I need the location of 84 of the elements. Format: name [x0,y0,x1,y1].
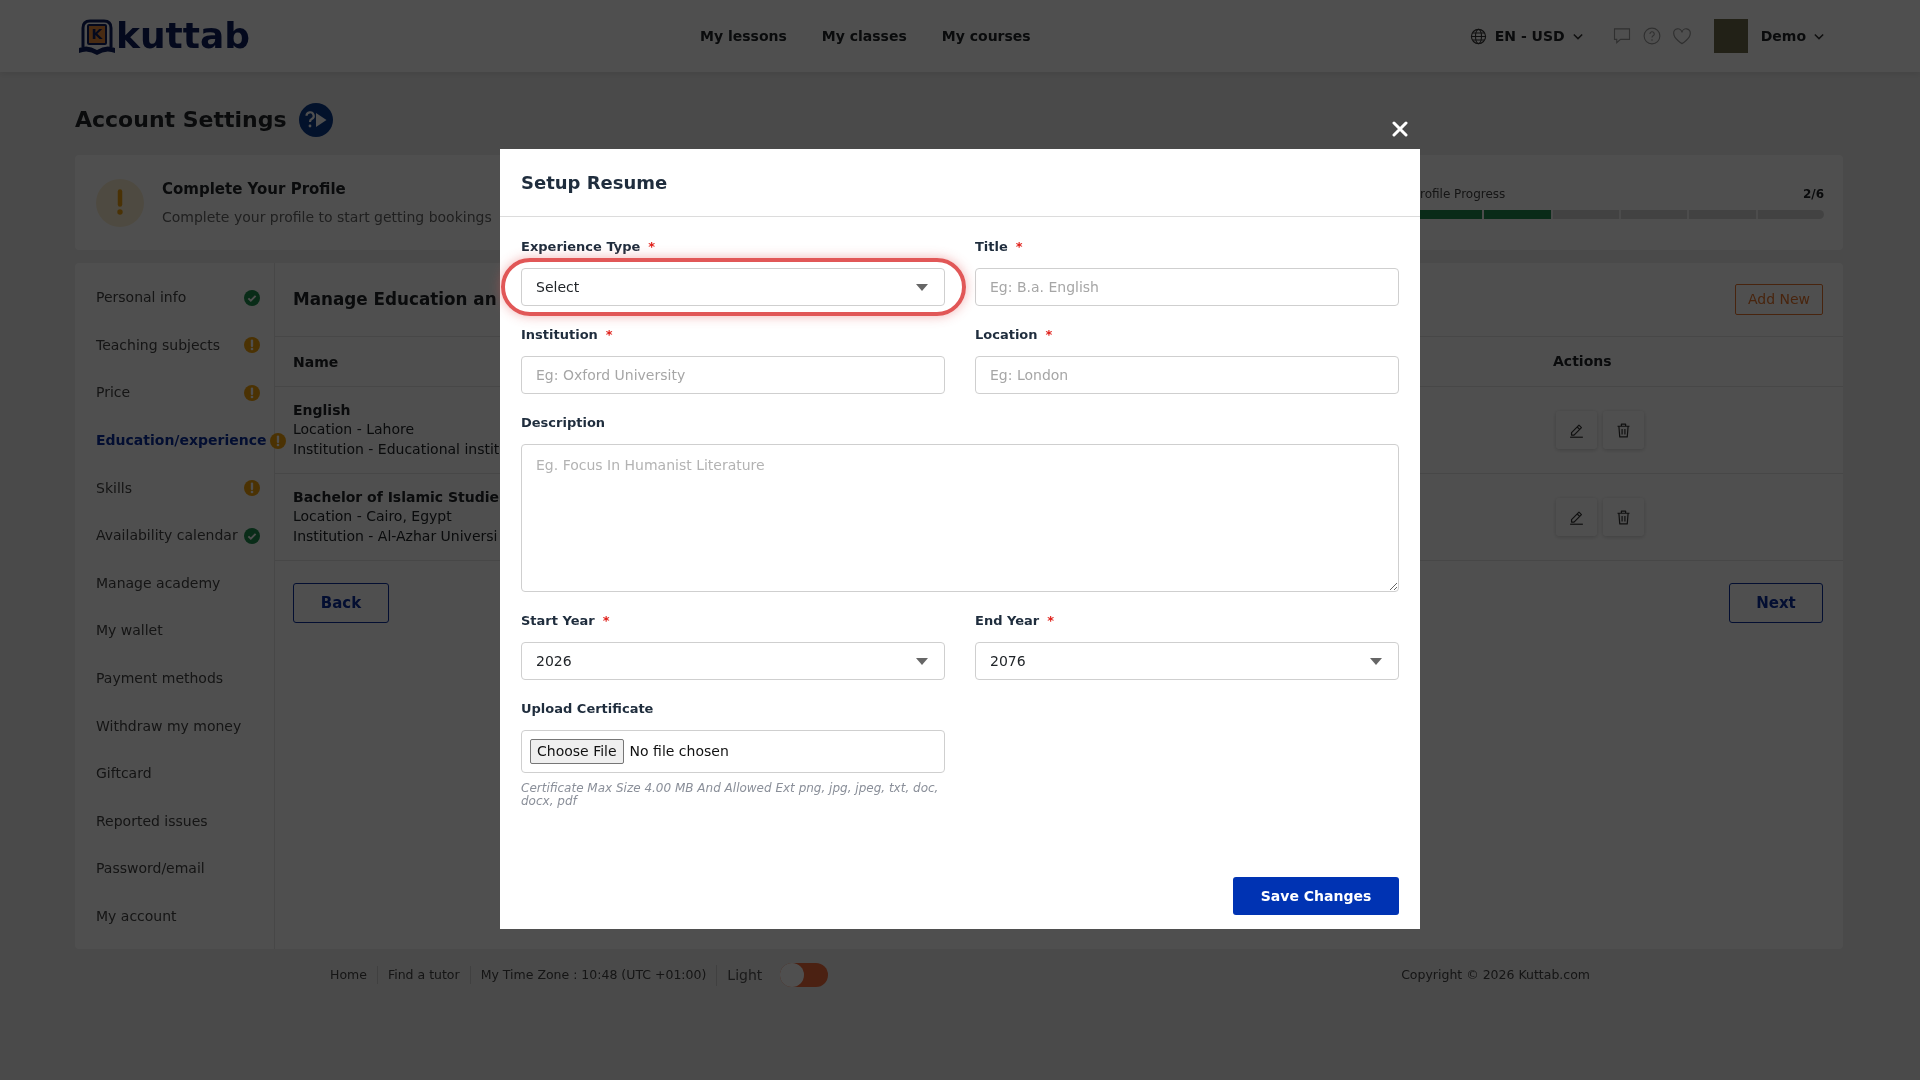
section-title: Manage Education an [293,287,497,311]
progress-count: 2/6 [1802,186,1824,203]
entry-detail: Location - Cairo, Egypt [293,507,452,527]
theme-toggle[interactable] [780,963,829,987]
sidebar-item[interactable]: My wallet [75,607,261,655]
close-icon[interactable] [1392,121,1408,137]
trash-icon [1615,421,1632,439]
text-area[interactable]: Eg. Focus In Humanist Literature [521,444,1399,592]
exclamation-icon [96,178,144,227]
required-mark: * [602,612,610,631]
add-new-button[interactable]: Add New [1735,284,1823,315]
sidebar-item[interactable]: Giftcard [75,749,261,798]
caret-icon [916,657,928,665]
required-mark: * [1045,326,1053,345]
nav-link[interactable]: My courses [941,25,1031,47]
user-menu[interactable]: Demo [1713,19,1824,53]
sidebar-item[interactable]: Price [75,369,261,417]
logo-letter: K [87,23,107,45]
entry-title: Bachelor of Islamic Studie [293,487,500,507]
file-status: No file chosen [629,742,729,761]
sidebar-item[interactable]: Password/email [75,845,261,893]
text-field[interactable]: Eg: B.a. English [975,268,1399,306]
sidebar-item[interactable]: Payment methods [75,654,261,703]
file-field[interactable]: Choose File No file chosen [521,730,945,773]
back-button[interactable]: Back [293,583,389,623]
entry-detail: Location - Lahore [293,420,415,440]
sidebar-item[interactable]: Personal info [75,274,261,322]
field-label: Start Year [521,612,595,631]
question-play-icon[interactable] [298,103,333,137]
sidebar-item[interactable]: Reported issues [75,797,261,846]
sidebar-item[interactable]: Manage academy [75,559,261,608]
help-icon[interactable] [1642,27,1661,45]
edit-button[interactable] [1556,498,1597,536]
text-field[interactable]: Eg: London [975,356,1399,394]
heart-icon[interactable] [1672,27,1691,45]
logo-text: kuttab [116,18,251,54]
column-header: Name [293,353,339,370]
entry-detail: Institution - Al-Azhar Universi [293,526,498,546]
required-mark: * [1047,612,1054,631]
column-header: Actions [1553,352,1612,371]
caret-icon [1370,657,1382,665]
sidebar-item[interactable]: Teaching subjects [75,321,261,370]
chat-icon[interactable] [1612,27,1631,45]
text-field[interactable]: Eg: Oxford University [521,356,945,394]
chevron-down-icon [1814,32,1824,40]
progress-label: rofile Progress [1420,186,1506,203]
field-label: Location [975,326,1038,345]
delete-button[interactable] [1603,498,1644,536]
field-label: Upload Certificate [521,700,654,719]
entry-title: English [293,400,351,420]
field-label: Title [975,238,1008,257]
dropdown-field[interactable]: 2076 [975,642,1399,680]
nav-link[interactable]: My lessons [700,25,787,47]
choose-file-button[interactable]: Choose File [530,739,624,764]
field-hint: Certificate Max Size 4.00 MB And Allowed Ext png, jpg, jpeg, txt, doc, docx, pdf [521,782,940,808]
save-changes-button[interactable]: Save Changes [1233,877,1399,915]
dropdown-field[interactable]: 2026 [521,642,945,680]
field-label: End Year [975,612,1040,631]
required-mark: * [605,326,613,345]
entry-detail: Institution - Educational instit [293,439,500,459]
globe-icon [1469,27,1487,45]
next-button[interactable]: Next [1729,583,1823,623]
field-label: Experience Type [521,238,641,257]
sidebar-item[interactable]: Skills [75,464,261,512]
required-mark: * [648,238,656,257]
sidebar-item[interactable]: Availability calendar [75,511,261,560]
edit-button[interactable] [1556,411,1597,449]
modal-title: Setup Resume [521,171,668,195]
sidebar-item[interactable]: My account [75,892,261,941]
language-selector[interactable]: EN - USD [1469,25,1583,47]
required-mark: * [1015,238,1023,257]
sidebar-item[interactable]: Education/experience [75,416,287,465]
caret-icon [916,283,928,291]
sidebar-item[interactable]: Withdraw my money [75,702,261,750]
chevron-down-icon [1572,32,1583,40]
dropdown-field[interactable]: Select [521,268,945,306]
field-label: Institution [521,326,598,345]
trash-icon [1615,508,1632,526]
nav-link[interactable]: My classes [821,25,907,47]
page-title: Account Settings [75,106,287,134]
avatar-photo [1713,19,1748,53]
delete-button[interactable] [1603,411,1644,449]
card-title: Complete Your Profile [162,178,346,199]
field-label: Description [521,414,606,433]
